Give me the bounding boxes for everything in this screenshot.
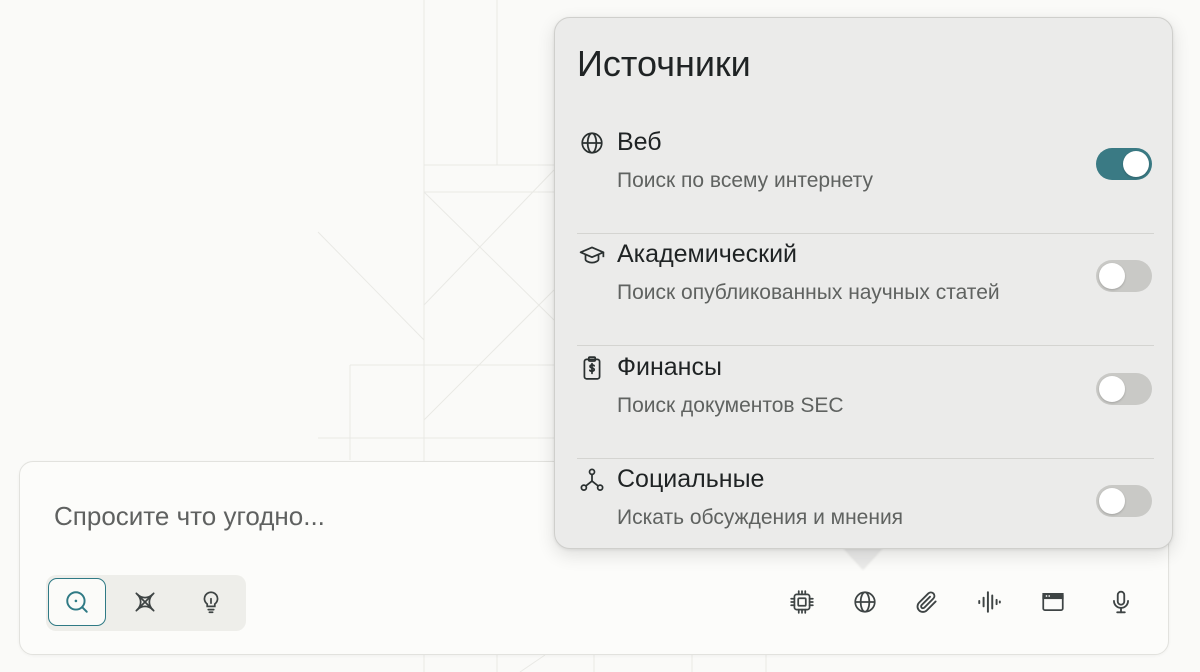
academic-toggle[interactable] [1096, 260, 1152, 292]
source-item-finance[interactable]: Финансы Поиск документов SEC [577, 347, 1154, 459]
lightbulb-icon [203, 591, 219, 614]
mode-search-button[interactable] [48, 578, 106, 626]
browser-window-icon [1042, 593, 1064, 611]
globe-icon [581, 132, 603, 154]
sources-button[interactable] [845, 582, 885, 622]
source-description: Поиск опубликованных научных статей [617, 281, 1000, 304]
popover-arrow [843, 546, 883, 568]
search-icon [66, 591, 88, 613]
source-name: Академический [617, 240, 798, 268]
dictation-button[interactable] [1101, 582, 1141, 622]
graduation-cap-icon [579, 246, 605, 264]
source-name: Социальные [617, 465, 765, 493]
social-toggle[interactable] [1096, 485, 1152, 517]
toggle-knob [1099, 376, 1125, 402]
page: Источники Веб Поиск по всему интернету А… [0, 0, 1200, 672]
source-name: Финансы [617, 353, 722, 381]
source-description: Искать обсуждения и мнения [617, 506, 904, 529]
mode-selector [46, 575, 246, 631]
mode-research-button[interactable] [116, 578, 174, 626]
social-network-icon [580, 468, 604, 491]
toggle-knob [1099, 263, 1125, 289]
toggle-knob [1099, 488, 1125, 514]
attach-button[interactable] [907, 582, 947, 622]
source-item-social[interactable]: Социальные Искать обсуждения и мнения [577, 459, 1154, 545]
sources-popover: Источники Веб Поиск по всему интернету А… [554, 17, 1173, 549]
atom-icon [135, 592, 155, 612]
popover-title: Источники [577, 43, 751, 84]
audio-waveform-icon [978, 591, 1001, 613]
search-input[interactable] [54, 496, 534, 536]
model-select-button[interactable] [782, 582, 822, 622]
source-description: Поиск по всему интернету [617, 169, 874, 192]
source-item-academic[interactable]: Академический Поиск опубликованных научн… [577, 234, 1154, 346]
finance-toggle[interactable] [1096, 373, 1152, 405]
browser-button[interactable] [1033, 582, 1073, 622]
globe-icon [854, 591, 876, 613]
microphone-icon [1113, 590, 1129, 614]
finance-clipboard-icon [583, 356, 601, 380]
source-name: Веб [617, 128, 662, 156]
paperclip-icon [916, 591, 937, 613]
source-description: Поиск документов SEC [617, 394, 844, 417]
source-item-web[interactable]: Веб Поиск по всему интернету [577, 122, 1154, 234]
voice-mode-button[interactable] [969, 582, 1009, 622]
toggle-knob [1123, 151, 1149, 177]
divider [577, 345, 1154, 346]
cpu-chip-icon [790, 590, 814, 614]
mode-ideas-button[interactable] [182, 578, 240, 626]
web-toggle[interactable] [1096, 148, 1152, 180]
